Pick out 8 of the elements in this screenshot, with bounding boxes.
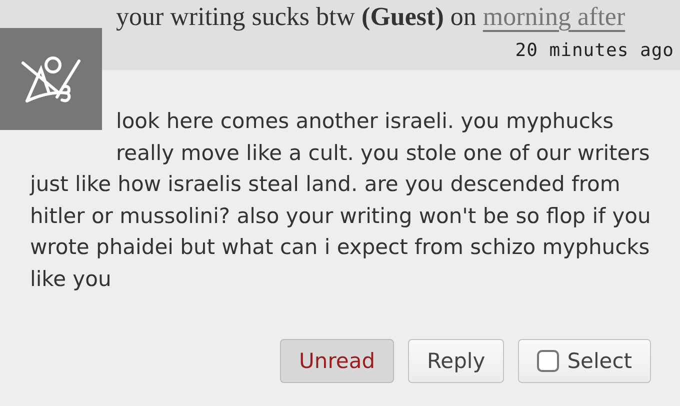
timestamp: 20 minutes ago bbox=[515, 39, 674, 63]
guest-tag: (Guest) bbox=[362, 2, 444, 31]
select-button[interactable]: Select bbox=[518, 339, 651, 383]
on-label: on bbox=[450, 2, 476, 31]
comment-text: look here comes another israeli. you myphucks really move like a cult. you stole one of our writers just like how israelis steal land. are you descended from hitler or mussolini? also your writing won't be so flop if you wrote phaidei but what can i expect from schizo myphucks like you bbox=[30, 108, 652, 292]
reply-button[interactable]: Reply bbox=[408, 339, 504, 383]
unread-button[interactable]: Unread bbox=[280, 339, 394, 383]
author-name: your writing sucks btw bbox=[116, 2, 356, 31]
